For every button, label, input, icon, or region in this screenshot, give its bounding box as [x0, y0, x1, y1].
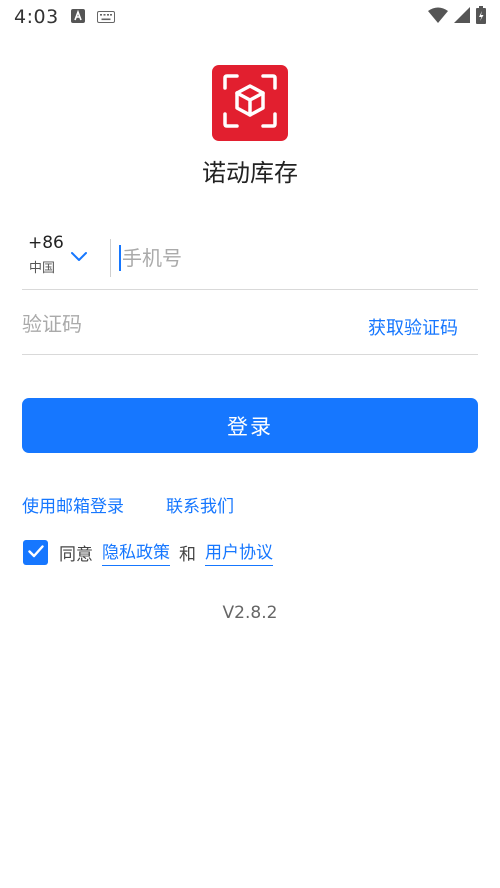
- checkmark-icon: [27, 543, 44, 562]
- agreement-row: 同意 隐私政策 和 用户协议: [23, 537, 273, 567]
- signal-icon: [454, 7, 470, 27]
- agree-prefix: 同意: [59, 544, 93, 565]
- agree-conjunction: 和: [179, 544, 196, 565]
- status-time: 4:03: [14, 6, 59, 28]
- user-agreement-link[interactable]: 用户协议: [205, 538, 273, 566]
- keyboard-icon: [96, 8, 115, 27]
- chevron-down-icon[interactable]: [70, 248, 88, 267]
- country-name: 中国: [29, 261, 56, 276]
- battery-icon: [476, 6, 486, 28]
- get-code-button[interactable]: 获取验证码: [368, 314, 458, 340]
- version-label: V2.8.2: [222, 603, 278, 623]
- agree-checkbox[interactable]: [23, 539, 48, 565]
- wifi-icon: [428, 7, 448, 27]
- text-icon: [70, 8, 85, 27]
- app-logo: [212, 65, 288, 141]
- scan-box-icon: [221, 72, 279, 134]
- verification-row: 获取验证码: [22, 292, 478, 355]
- verification-code-input[interactable]: [22, 304, 322, 344]
- divider: [110, 239, 111, 277]
- login-button[interactable]: 登录: [22, 398, 478, 453]
- contact-us-link[interactable]: 联系我们: [166, 492, 234, 517]
- app-title: 诺动库存: [202, 159, 298, 187]
- text-cursor: [119, 245, 121, 271]
- phone-input[interactable]: [122, 238, 462, 278]
- country-code: +86: [28, 233, 64, 253]
- email-login-link[interactable]: 使用邮箱登录: [22, 492, 124, 517]
- phone-row: +86 中国: [22, 226, 478, 290]
- status-bar: 4:03: [0, 0, 500, 34]
- privacy-policy-link[interactable]: 隐私政策: [102, 538, 170, 566]
